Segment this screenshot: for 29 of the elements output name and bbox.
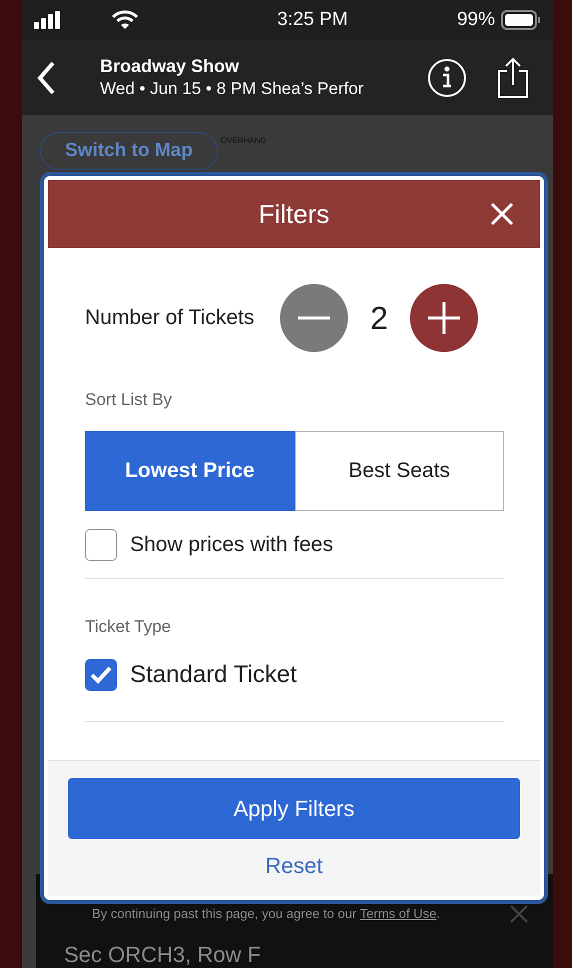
info-icon[interactable] <box>427 58 467 98</box>
tickets-label: Number of Tickets <box>85 306 254 330</box>
sort-option[interactable]: Lowest Price <box>85 431 294 511</box>
battery-icon <box>500 10 541 30</box>
terms-link[interactable]: Terms of Use <box>360 906 436 921</box>
wifi-icon <box>112 10 138 30</box>
checkbox[interactable] <box>85 529 117 561</box>
plus-button[interactable] <box>410 284 478 352</box>
share-icon[interactable] <box>497 56 529 98</box>
checkbox-label: Show prices with fees <box>130 533 334 557</box>
dialog-title: Filters <box>258 198 330 230</box>
sort-label: Sort List By <box>85 390 173 410</box>
ticket-type-label: Ticket Type <box>85 617 172 637</box>
battery-percent: 99% <box>456 9 495 31</box>
signal-icon <box>34 11 62 29</box>
reset-link[interactable]: Reset <box>257 849 331 883</box>
checkbox-label: Standard Ticket <box>130 661 297 689</box>
back-icon[interactable] <box>36 60 56 96</box>
switch-to-map-button[interactable]: Switch to Map <box>40 132 218 170</box>
status-time: 3:25 PM <box>276 9 348 31</box>
sort-option[interactable]: Best Seats <box>294 431 504 511</box>
checkbox[interactable] <box>85 659 117 691</box>
ticket-count: 2 <box>370 300 388 336</box>
apply-filters-button[interactable]: Apply Filters <box>68 778 520 839</box>
event-title: Broadway Show <box>100 56 240 77</box>
listing-section: Sec ORCH3, Row F <box>64 942 261 967</box>
event-subtitle: Wed • Jun 15 • 8 PM Shea’s Perfor <box>100 79 365 99</box>
checkmark-icon <box>90 666 112 684</box>
terms-notice: By continuing past this page, you agree to our Terms of Use. <box>92 905 442 923</box>
